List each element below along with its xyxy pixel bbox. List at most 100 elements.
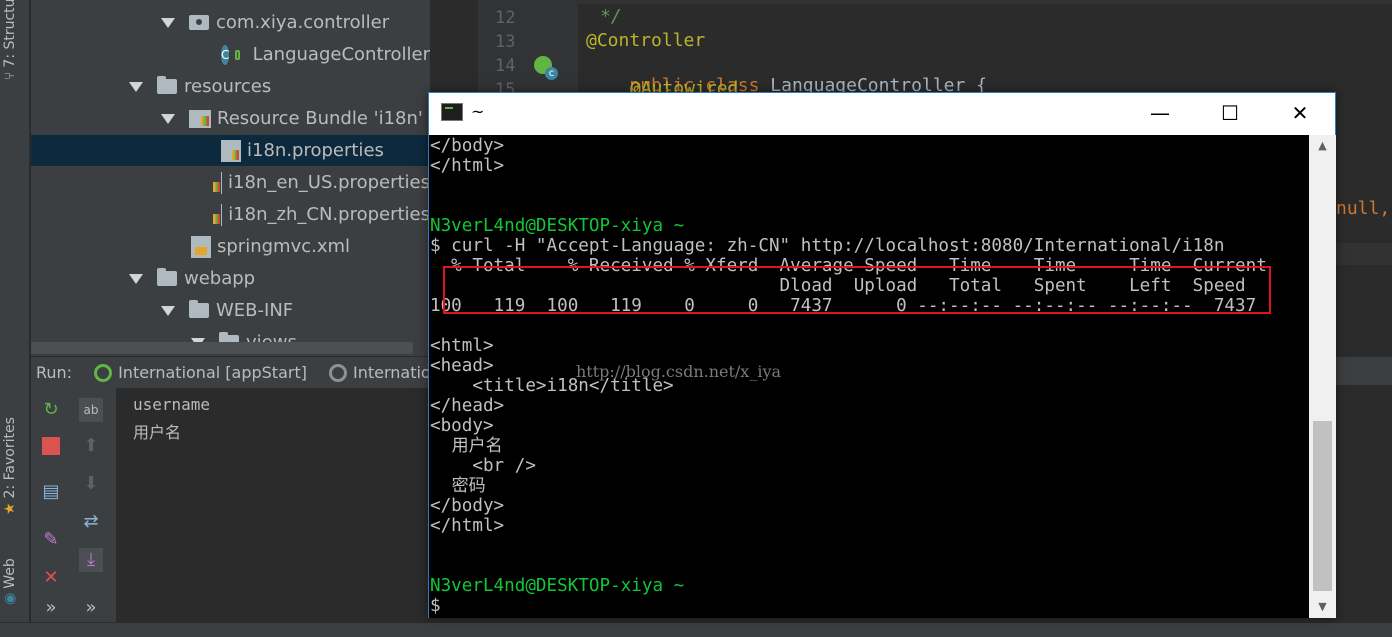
tree-item-i18n-en-us[interactable]: i18n_en_US.properties — [31, 167, 430, 198]
resources-folder-icon — [157, 76, 177, 94]
settings-icon[interactable]: ⇄ — [79, 510, 103, 534]
run-toolbar: Run: International [appStart] Internatio… — [31, 356, 430, 388]
tree-item-label: com.xiya.controller — [216, 12, 390, 33]
run-tab-label: International — [352, 363, 430, 382]
scroll-up-arrow[interactable]: ▲ — [1309, 135, 1336, 157]
rerun-icon[interactable]: ↻ — [39, 398, 63, 422]
terminal-prompt: N3verL4nd@DESKTOP-xiya ~ — [430, 216, 685, 236]
code-fragment-null: null, — [1336, 198, 1391, 219]
close-icon[interactable]: ✕ — [39, 566, 63, 590]
maximize-button[interactable]: ☐ — [1195, 93, 1265, 135]
folder-icon — [189, 300, 209, 318]
spring-bean-icon[interactable]: c — [534, 56, 558, 80]
tree-item-language-controller[interactable]: C LanguageController — [31, 39, 430, 70]
run-config-icon — [94, 363, 113, 382]
structure-tab-label: 7: Structure — [2, 0, 18, 68]
tree-item-label: LanguageController — [252, 44, 430, 65]
arrow-up-icon[interactable]: ⬆ — [79, 434, 103, 458]
run-tab-international[interactable]: International — [328, 363, 430, 382]
tree-item-label: springmvc.xml — [217, 236, 351, 257]
tree-item-controller-package[interactable]: com.xiya.controller — [31, 7, 430, 38]
chevron-down-icon[interactable] — [161, 305, 175, 316]
watermark: http://blog.csdn.net/x_iya — [576, 362, 782, 381]
stop-icon[interactable] — [39, 434, 63, 458]
line-number: 14 — [495, 56, 516, 76]
web-icon: ◉ — [2, 592, 18, 605]
terminal-line: </body> — [430, 496, 505, 516]
editor-bar-behind — [1336, 357, 1392, 385]
line-number: 12 — [495, 8, 516, 28]
chevron-down-icon[interactable] — [161, 113, 175, 124]
star-icon: ★ — [2, 502, 18, 515]
properties-file-icon — [221, 139, 241, 162]
run-label: Run: — [36, 363, 73, 382]
chevron-down-icon[interactable] — [161, 17, 175, 28]
run-tab-label: International [appStart] — [118, 363, 307, 382]
terminal-line: </head> — [430, 396, 505, 416]
run-tool-column: ↻ ab ⬆ ▤ ⬇ ⇄ ✎ ⤓ ✕ » » — [31, 388, 117, 637]
tree-item-webapp[interactable]: webapp — [31, 263, 430, 294]
chevron-down-icon[interactable] — [129, 81, 143, 92]
terminal-line: 用户名 — [430, 436, 503, 456]
favorites-tab-label: 2: Favorites — [2, 417, 18, 499]
tree-item-web-inf[interactable]: WEB-INF — [31, 295, 430, 326]
terminal-title-bar[interactable]: ~ — ☐ ✕ — [429, 93, 1335, 135]
terminal-line: </body> — [430, 136, 505, 156]
terminal-line: <body> — [430, 416, 494, 436]
terminal-line: </html> — [430, 156, 505, 176]
run-console[interactable]: username 用户名 — [117, 388, 430, 637]
web-tab-label: Web — [2, 558, 18, 589]
run-config-icon — [328, 363, 347, 382]
minimize-button[interactable]: — — [1125, 93, 1195, 135]
web-tab[interactable]: ◉ Web — [2, 558, 18, 605]
properties-file-icon — [212, 171, 223, 194]
terminal-line: <html> — [430, 336, 494, 356]
tree-item-springmvc-xml[interactable]: springmvc.xml — [31, 231, 430, 262]
tree-item-resources[interactable]: resources — [31, 71, 430, 102]
run-tab-appstart[interactable]: International [appStart] — [94, 363, 307, 382]
scroll-to-end-icon[interactable]: ⤓ — [79, 548, 103, 572]
terminal-scrollbar[interactable]: ▲ ▼ — [1309, 135, 1336, 618]
terminal-prompt: N3verL4nd@DESKTOP-xiya ~ — [430, 576, 685, 596]
arrow-down-icon[interactable]: ⬇ — [79, 472, 103, 496]
structure-tab[interactable]: ⑂ 7: Structure — [2, 0, 18, 80]
favorites-tab[interactable]: ★ 2: Favorites — [2, 417, 18, 515]
tree-item-i18n-properties[interactable]: i18n.properties — [31, 135, 430, 166]
scroll-down-arrow[interactable]: ▼ — [1309, 596, 1336, 618]
scrollbar-thumb[interactable] — [1313, 421, 1332, 591]
resource-bundle-icon — [189, 109, 211, 128]
terminal-title: ~ — [471, 102, 485, 121]
left-tool-strip: ⑂ 7: Structure ★ 2: Favorites ◉ Web — [0, 0, 30, 637]
tree-item-label: i18n_en_US.properties — [228, 172, 430, 193]
line-number: 13 — [495, 32, 516, 52]
dump-threads-icon[interactable]: ▤ — [39, 480, 63, 504]
chevron-down-icon[interactable] — [129, 273, 143, 284]
command-highlight-box — [443, 266, 1271, 314]
close-button[interactable]: ✕ — [1265, 93, 1335, 135]
tree-item-label: Resource Bundle 'i18n' — [217, 108, 423, 129]
terminal-output[interactable]: </body> </html> N3verL4nd@DESKTOP-xiya ~… — [429, 135, 1309, 618]
properties-file-icon — [211, 203, 223, 226]
tree-item-label: i18n.properties — [247, 140, 384, 161]
terminal-line: </html> — [430, 516, 505, 536]
pin-icon[interactable]: ✎ — [39, 528, 63, 552]
folder-icon — [157, 268, 177, 286]
terminal-cursor-line: $ — [430, 596, 441, 616]
terminal-window[interactable]: ~ — ☐ ✕ </body> </html> N3verL4nd@DESKTO… — [428, 92, 1336, 618]
terminal-line: <br /> — [430, 456, 536, 476]
tree-horizontal-scrollbar[interactable] — [31, 342, 413, 354]
terminal-icon — [441, 103, 463, 121]
tree-item-resource-bundle[interactable]: Resource Bundle 'i18n' — [31, 103, 430, 134]
bottom-tool-strip — [0, 622, 1392, 637]
soft-wrap-icon[interactable]: ab — [79, 398, 103, 422]
more-icon[interactable]: » — [79, 596, 103, 620]
tree-item-label: webapp — [184, 268, 256, 289]
project-tree: com.xiya.controller C LanguageController… — [31, 0, 430, 356]
tree-item-i18n-zh-cn[interactable]: i18n_zh_CN.properties — [31, 199, 430, 230]
xml-file-icon — [191, 235, 211, 258]
more-icon[interactable]: » — [39, 596, 63, 620]
terminal-line: 密码 — [430, 476, 486, 496]
terminal-command: $ curl -H "Accept-Language: zh-CN" http:… — [430, 236, 1225, 256]
tree-item-label: resources — [184, 76, 272, 97]
tree-item-label: WEB-INF — [216, 300, 294, 321]
